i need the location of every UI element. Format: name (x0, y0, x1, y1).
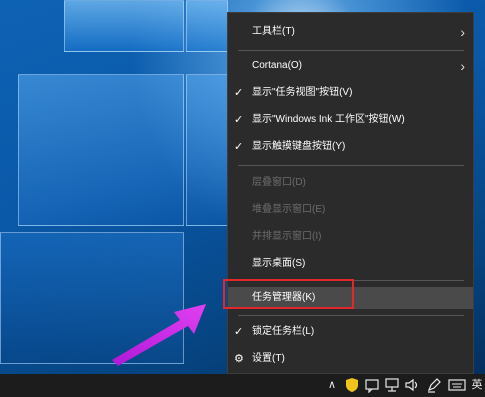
menu-item-show-touch-keyboard[interactable]: ✓ 显示触摸键盘按钮(Y) (228, 136, 473, 158)
menu-item-label: 堆叠显示窗口(E) (252, 204, 326, 215)
menu-item-side-by-side-windows: 并排显示窗口(I) (228, 226, 473, 248)
checkmark-icon: ✓ (234, 87, 244, 99)
menu-item-label: 显示触摸键盘按钮(Y) (252, 141, 346, 152)
chevron-right-icon: › (460, 58, 465, 74)
network-icon[interactable] (384, 377, 400, 393)
annotation-highlight-box (223, 279, 354, 309)
message-icon[interactable] (364, 377, 380, 393)
menu-item-label: 显示桌面(S) (252, 258, 306, 269)
pen-ink-icon[interactable] (426, 377, 442, 393)
menu-item-show-desktop[interactable]: 显示桌面(S) (228, 253, 473, 275)
security-shield-icon[interactable] (344, 377, 360, 393)
menu-item-lock-taskbar[interactable]: ✓ 锁定任务栏(L) (228, 321, 473, 343)
menu-item-label: Cortana(O) (252, 60, 303, 71)
checkmark-icon: ✓ (234, 326, 244, 338)
menu-item-label: 显示"Windows Ink 工作区"按钮(W) (252, 114, 405, 125)
menu-item-label: 锁定任务栏(L) (252, 326, 315, 337)
volume-icon[interactable] (404, 377, 420, 393)
menu-item-settings[interactable]: ⚙ 设置(T) (228, 348, 473, 370)
menu-item-cortana[interactable]: Cortana(O) › (228, 55, 473, 77)
wallpaper-window-pane (64, 0, 184, 52)
menu-item-label: 层叠窗口(D) (252, 177, 306, 188)
menu-item-cascade-windows: 层叠窗口(D) (228, 172, 473, 194)
tray-chevron-icon[interactable]: ∧ (326, 377, 338, 393)
checkmark-icon: ✓ (234, 114, 244, 126)
gear-icon: ⚙ (234, 353, 244, 365)
menu-item-label: 工具栏(T) (252, 26, 295, 37)
menu-item-toolbars[interactable]: 工具栏(T) › (228, 21, 473, 43)
menu-separator (238, 315, 464, 316)
annotation-arrow-icon (112, 304, 206, 366)
checkmark-icon: ✓ (234, 141, 244, 153)
wallpaper-window-pane (186, 74, 228, 226)
touch-keyboard-icon[interactable] (448, 377, 466, 393)
taskbar-context-menu: 工具栏(T) › Cortana(O) › ✓ 显示"任务视图"按钮(V) ✓ … (227, 12, 474, 374)
menu-item-label: 并排显示窗口(I) (252, 231, 322, 242)
menu-item-label: 设置(T) (252, 353, 285, 364)
menu-item-show-windows-ink[interactable]: ✓ 显示"Windows Ink 工作区"按钮(W) (228, 109, 473, 131)
wallpaper-window-pane (18, 74, 184, 226)
menu-item-show-task-view[interactable]: ✓ 显示"任务视图"按钮(V) (228, 82, 473, 104)
menu-separator (238, 165, 464, 166)
menu-separator (238, 50, 464, 51)
menu-item-stack-windows: 堆叠显示窗口(E) (228, 199, 473, 221)
chevron-right-icon: › (460, 24, 465, 40)
wallpaper-window-pane (186, 0, 228, 52)
menu-item-label: 显示"任务视图"按钮(V) (252, 87, 353, 98)
taskbar[interactable]: ∧ 英 (0, 374, 485, 397)
ime-language-indicator[interactable]: 英 (470, 377, 484, 393)
